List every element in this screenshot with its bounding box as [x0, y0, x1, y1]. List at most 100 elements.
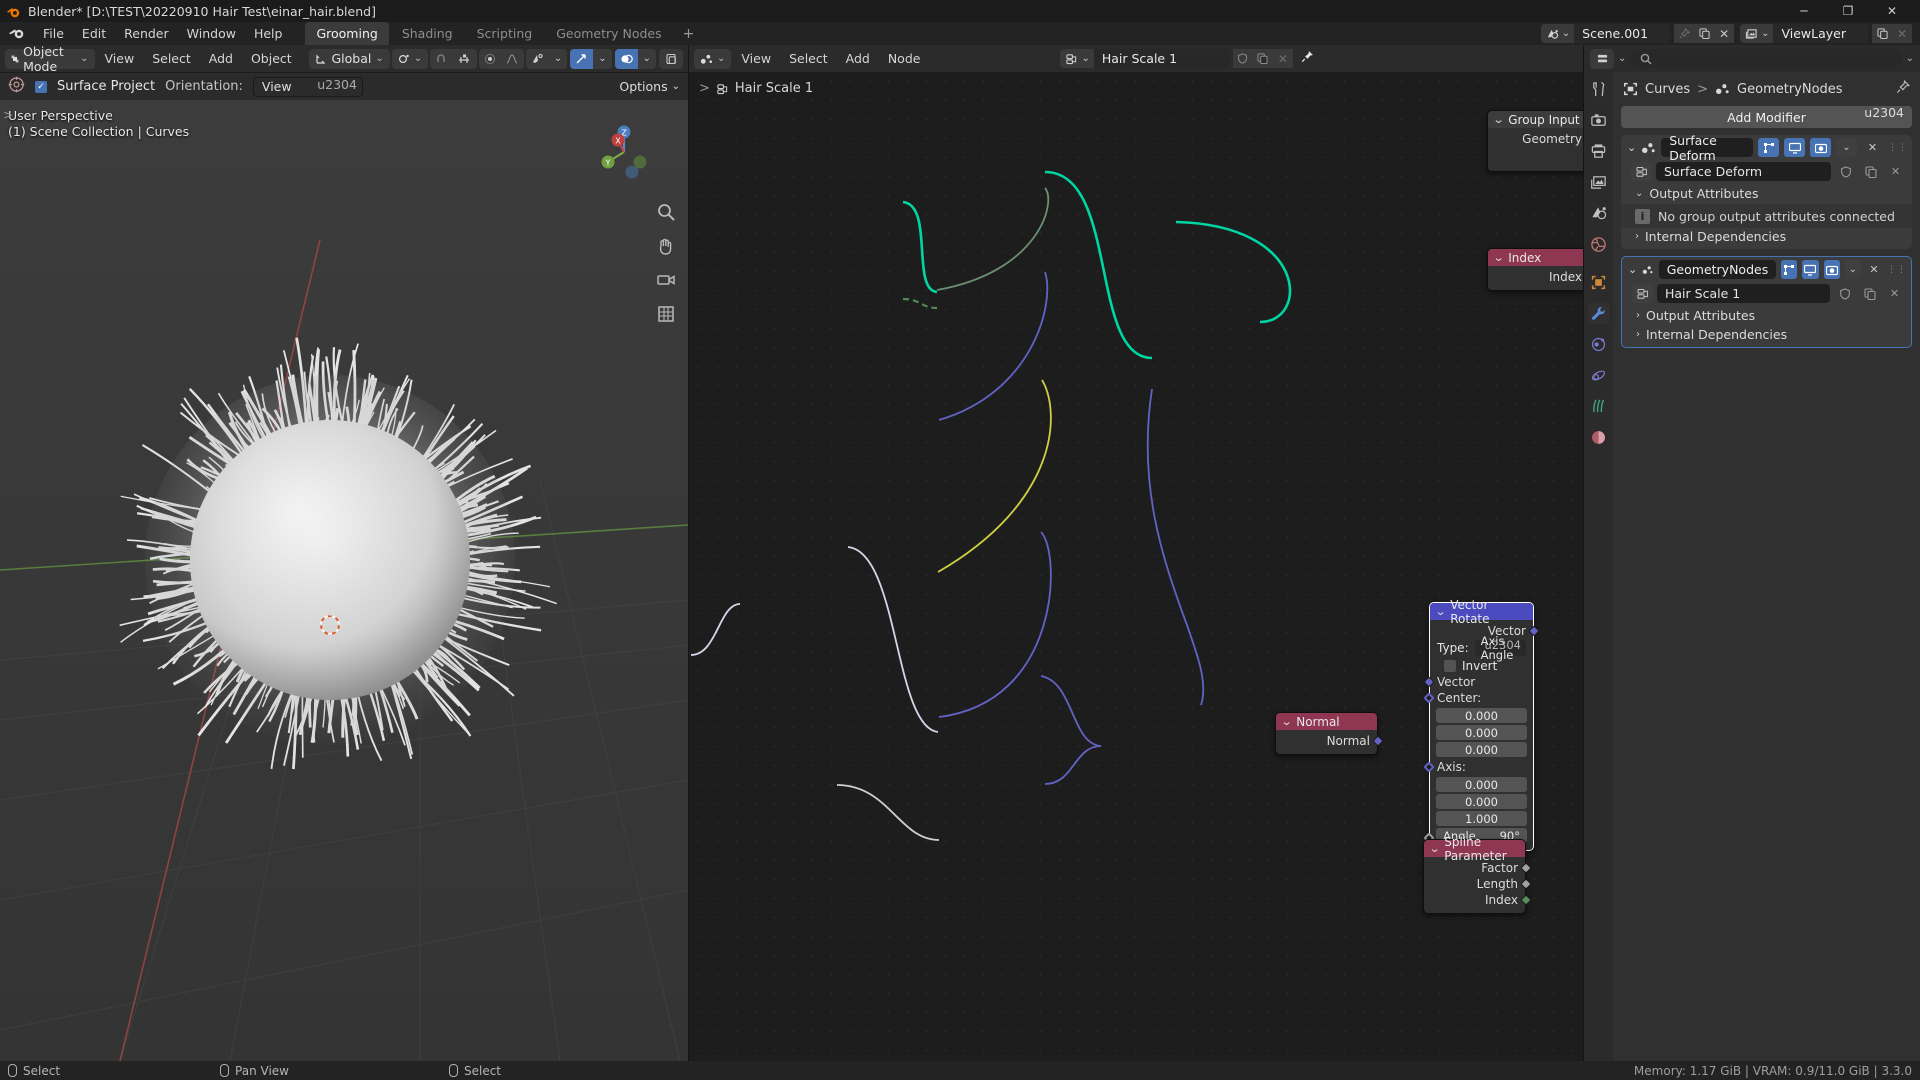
- section-internal-dependencies[interactable]: › Internal Dependencies: [1621, 228, 1912, 249]
- new-viewlayer-icon[interactable]: [1872, 24, 1892, 43]
- tab-render[interactable]: [1588, 109, 1610, 131]
- modifier-extras-dropdown-icon[interactable]: ⌄: [1836, 138, 1857, 157]
- node-output-row[interactable]: Factor: [1424, 860, 1532, 876]
- viewport-toolbar-collapsed[interactable]: >: [0, 100, 14, 1061]
- viewlayer-selector[interactable]: ⌄ ViewLayer: [1740, 24, 1868, 43]
- visibility-controls[interactable]: ⌄: [525, 48, 568, 69]
- pan-hand-icon[interactable]: [654, 234, 678, 258]
- xray-toggle-icon[interactable]: [659, 48, 683, 69]
- menu-render[interactable]: Render: [115, 23, 178, 44]
- collapse-icon[interactable]: ⌄: [1627, 141, 1636, 154]
- socket-index[interactable]: [1520, 894, 1532, 906]
- remove-modifier-icon[interactable]: ✕: [1862, 138, 1883, 157]
- viewport-menu-object[interactable]: Object: [243, 49, 300, 68]
- unlink-node-group-icon[interactable]: ✕: [1885, 162, 1906, 181]
- tab-particles[interactable]: [1588, 333, 1610, 355]
- axis-z[interactable]: 1.000: [1436, 811, 1527, 826]
- modifier-node-group-row[interactable]: Hair Scale 1 ✕: [1622, 282, 1911, 305]
- node-output-row[interactable]: Length: [1424, 876, 1532, 892]
- transform-orientation-selector[interactable]: Global ⌄: [309, 48, 390, 69]
- socket-axis[interactable]: [1423, 761, 1435, 773]
- socket-vector-in[interactable]: [1423, 676, 1435, 688]
- node-output-row[interactable]: Index: [1424, 892, 1532, 908]
- orientation-dropdown[interactable]: View: [252, 76, 363, 97]
- remove-modifier-icon[interactable]: ✕: [1866, 260, 1882, 279]
- node-header[interactable]: ⌄ Vector Rotate: [1430, 598, 1533, 626]
- collapse-icon[interactable]: ⌄: [1493, 113, 1505, 126]
- tab-modifiers[interactable]: [1587, 302, 1610, 324]
- close-button[interactable]: ✕: [1870, 0, 1914, 22]
- realtime-display-toggle-icon[interactable]: [1784, 138, 1805, 157]
- delete-viewlayer-icon[interactable]: ✕: [1892, 24, 1912, 43]
- editor-type-selector[interactable]: ⌄: [694, 48, 732, 69]
- node-header[interactable]: ⌄ Group Input: [1488, 111, 1583, 128]
- collapse-icon[interactable]: ⌄: [1429, 842, 1441, 855]
- node-group-name[interactable]: Surface Deform: [1656, 162, 1831, 181]
- rotation-type-dropdown[interactable]: Axis Angle: [1474, 634, 1526, 662]
- node-menu-node[interactable]: Node: [880, 49, 929, 68]
- surface-project-checkbox[interactable]: ✓: [35, 80, 47, 93]
- tab-geometry-nodes[interactable]: Geometry Nodes: [545, 22, 672, 46]
- maximize-button[interactable]: ❐: [1826, 0, 1870, 22]
- axis-y[interactable]: 0.000: [1436, 794, 1527, 809]
- center-z[interactable]: 0.000: [1436, 742, 1527, 757]
- node-input-row[interactable]: Vector: [1423, 674, 1533, 690]
- minimize-button[interactable]: ─: [1782, 0, 1826, 22]
- tab-scene[interactable]: [1588, 202, 1610, 224]
- modifier-type-name[interactable]: GeometryNodes: [1658, 260, 1777, 279]
- socket-center[interactable]: [1423, 692, 1435, 704]
- blender-menu-icon[interactable]: [8, 26, 26, 42]
- center-y[interactable]: 0.000: [1436, 725, 1527, 740]
- collapse-icon[interactable]: ⌄: [1435, 605, 1447, 618]
- menu-file[interactable]: File: [34, 23, 73, 44]
- node-menu-select[interactable]: Select: [781, 49, 836, 68]
- zoom-icon[interactable]: [654, 200, 678, 224]
- node-group-input[interactable]: ⌄ Group Input Geometry: [1487, 110, 1583, 172]
- node-header[interactable]: ⌄ Spline Parameter: [1424, 835, 1525, 863]
- node-header[interactable]: ⌄ Normal: [1276, 713, 1377, 730]
- drag-handle-icon[interactable]: ⋮⋮: [1888, 143, 1908, 153]
- pin-properties-icon[interactable]: [1896, 79, 1911, 98]
- menu-help[interactable]: Help: [245, 23, 292, 44]
- node-index[interactable]: ⌄ Index Index: [1487, 248, 1583, 291]
- modifier-card-surface-deform[interactable]: ⌄ Surface Deform ⌄ ✕ ⋮⋮ Surface Deform ✕: [1621, 135, 1912, 249]
- add-workspace-button[interactable]: +: [675, 24, 703, 44]
- node-canvas[interactable]: > Hair Scale 1 ⌄ Group Input Geometry ⌄ …: [689, 72, 1583, 1061]
- new-scene-icon[interactable]: [1694, 24, 1715, 43]
- tab-material[interactable]: [1588, 426, 1610, 448]
- navigation-gizmo[interactable]: Z Y X: [596, 124, 652, 180]
- modifier-type-name[interactable]: Surface Deform: [1661, 135, 1753, 163]
- node-output-row[interactable]: Normal: [1276, 733, 1384, 749]
- node-spline-parameter[interactable]: ⌄ Spline Parameter Factor Length Index: [1423, 835, 1532, 914]
- realtime-display-toggle-icon[interactable]: [1802, 260, 1819, 279]
- modifier-extras-dropdown-icon[interactable]: ⌄: [1844, 260, 1861, 279]
- fake-user-shield-icon[interactable]: [1835, 162, 1856, 181]
- pin-node-tree-icon[interactable]: [1301, 50, 1314, 67]
- tab-view-layer[interactable]: [1588, 171, 1610, 193]
- render-display-toggle-icon[interactable]: [1810, 138, 1831, 157]
- tab-scripting[interactable]: Scripting: [466, 22, 544, 46]
- axis-x[interactable]: 0.000: [1436, 777, 1527, 792]
- collapse-icon[interactable]: ⌄: [1281, 715, 1293, 728]
- unlink-node-tree-icon[interactable]: ✕: [1272, 49, 1293, 68]
- node-header[interactable]: ⌄ Index: [1488, 249, 1583, 266]
- node-input-row[interactable]: Center:: [1423, 690, 1533, 706]
- socket-length[interactable]: [1520, 878, 1532, 890]
- node-menu-view[interactable]: View: [733, 49, 779, 68]
- invert-checkbox[interactable]: [1444, 659, 1456, 672]
- node-output-row[interactable]: Index: [1488, 269, 1583, 285]
- viewport-menu-view[interactable]: View: [97, 49, 143, 68]
- pivot-point-selector[interactable]: ⌄: [391, 48, 429, 69]
- viewport-menu-select[interactable]: Select: [144, 49, 199, 68]
- section-output-attributes[interactable]: › Output Attributes: [1622, 305, 1911, 326]
- menu-window[interactable]: Window: [178, 23, 245, 44]
- modifier-node-group-row[interactable]: Surface Deform ✕: [1621, 160, 1912, 183]
- viewport-menu-add[interactable]: Add: [201, 49, 241, 68]
- camera-view-icon[interactable]: [654, 268, 678, 292]
- socket-normal[interactable]: [1372, 735, 1384, 747]
- node-menu-add[interactable]: Add: [838, 49, 878, 68]
- node-vector-rotate[interactable]: ⌄ Vector Rotate Vector Type: Axis Angle: [1423, 598, 1540, 851]
- modifier-card-geometry-nodes[interactable]: ⌄ GeometryNodes ⌄ ✕ ⋮⋮ Hair Scale 1 ✕ › …: [1621, 256, 1912, 348]
- duplicate-node-tree-icon[interactable]: [1252, 49, 1273, 68]
- unlink-node-group-icon[interactable]: ✕: [1884, 284, 1905, 303]
